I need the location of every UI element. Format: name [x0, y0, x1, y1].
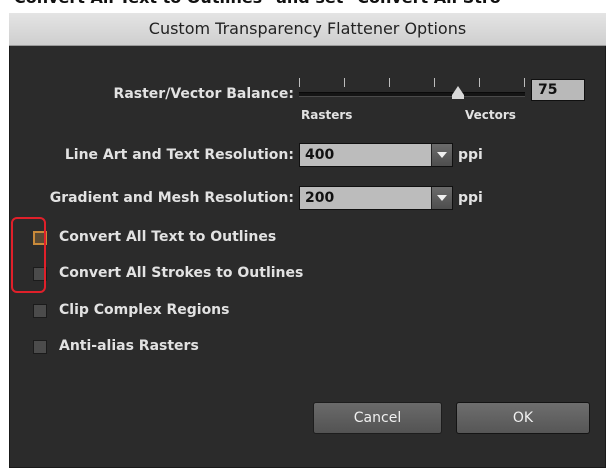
- gradient-mesh-unit: ppi: [458, 190, 483, 206]
- convert-strokes-outlines-label[interactable]: Convert All Strokes to Outlines: [59, 265, 303, 281]
- rasters-label: Rasters: [301, 108, 353, 122]
- vectors-label: Vectors: [465, 108, 516, 122]
- line-art-resolution-value[interactable]: 400: [305, 144, 334, 166]
- line-art-unit: ppi: [458, 147, 483, 163]
- line-art-resolution-combo[interactable]: 400: [299, 143, 453, 167]
- chevron-down-icon[interactable]: [431, 187, 452, 209]
- clip-complex-regions-label[interactable]: Clip Complex Regions: [59, 302, 229, 318]
- raster-vector-value-field[interactable]: 75: [531, 79, 585, 101]
- slider-thumb-base[interactable]: [452, 95, 464, 99]
- gradient-mesh-resolution-label: Gradient and Mesh Resolution:: [49, 190, 294, 206]
- convert-text-outlines-label[interactable]: Convert All Text to Outlines: [59, 229, 276, 245]
- slider-thumb[interactable]: [452, 86, 464, 95]
- dialog-titlebar: Custom Transparency Flattener Options: [9, 13, 606, 46]
- slider-track[interactable]: [299, 92, 525, 97]
- raster-vector-label: Raster/Vector Balance:: [113, 86, 294, 102]
- gradient-mesh-resolution-combo[interactable]: 200: [299, 186, 453, 210]
- highlight-annotation: [11, 217, 46, 293]
- line-art-resolution-label: Line Art and Text Resolution:: [64, 147, 294, 163]
- chevron-down-icon[interactable]: [431, 144, 452, 166]
- clip-complex-regions-checkbox[interactable]: [33, 304, 47, 318]
- dialog-title: Custom Transparency Flattener Options: [148, 19, 467, 38]
- gradient-mesh-resolution-value[interactable]: 200: [305, 187, 334, 209]
- instruction-caption: Convert All Text to Outlines" and set "C…: [14, 0, 501, 9]
- ok-button[interactable]: OK: [456, 402, 590, 434]
- cancel-button[interactable]: Cancel: [313, 402, 442, 434]
- anti-alias-rasters-checkbox[interactable]: [33, 340, 47, 354]
- anti-alias-rasters-label[interactable]: Anti-alias Rasters: [59, 338, 199, 354]
- transparency-flattener-dialog: Custom Transparency Flattener Options Ra…: [9, 13, 606, 468]
